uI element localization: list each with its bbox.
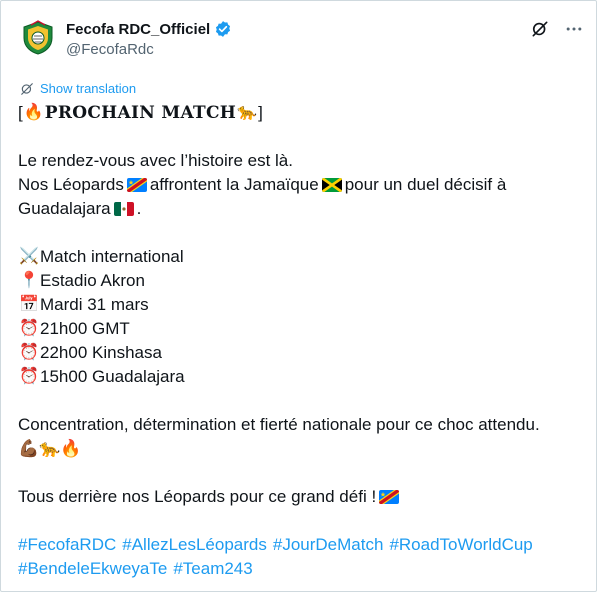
crossed-swords-icon: ⚔️	[19, 248, 39, 265]
more-icon[interactable]	[564, 19, 584, 39]
hashtags-line: #BendeleEkweyaTe #Team243	[18, 557, 580, 581]
hashtag-link[interactable]: #RoadToWorldCup	[389, 533, 532, 557]
fecofa-crest-logo	[23, 20, 53, 55]
jamaica-flag-icon	[321, 178, 342, 192]
hashtag-link[interactable]: #AllezLesLéopards	[122, 533, 267, 557]
title-bracket-close: ]	[258, 103, 263, 122]
closing-emojis-icon: 💪🏾🐆🔥	[18, 439, 82, 458]
post-line: 💪🏾🐆🔥	[18, 437, 580, 461]
avatar[interactable]	[18, 18, 58, 58]
show-translation-label: Show translation	[40, 81, 137, 96]
leopard-icon: 🐆	[237, 104, 258, 121]
detail-row: 📅 Mardi 31 mars	[18, 293, 580, 317]
detail-row: ⏰ 22h00 Kinshasa	[18, 341, 580, 365]
detail-text: 21h00 GMT	[40, 319, 130, 338]
show-translation-link[interactable]: Show translation	[20, 81, 136, 96]
post-header: Fecofa RDC_Officiel @FecofaRdc	[18, 18, 584, 64]
post-line-text: pour un duel décisif à	[344, 175, 507, 194]
mexico-flag-icon	[113, 202, 134, 216]
detail-text: 15h00 Guadalajara	[40, 367, 185, 386]
verified-badge-icon	[214, 20, 232, 38]
grok-icon[interactable]	[530, 19, 550, 39]
hashtags-line: #FecofaRDC #AllezLesLéopards #JourDeMatc…	[18, 533, 580, 557]
author-identity: Fecofa RDC_Officiel @FecofaRdc	[66, 18, 232, 60]
post-title-line: [ 🔥 PROCHAIN MATCH 🐆 ]	[18, 101, 580, 125]
detail-row: 📍 Estadio Akron	[18, 269, 580, 293]
detail-text: Mardi 31 mars	[40, 295, 149, 314]
detail-row: ⚔️ Match international	[18, 245, 580, 269]
final-line-text: Tous derrière nos Léopards pour ce grand…	[18, 487, 377, 506]
detail-text: Match international	[40, 247, 184, 266]
header-actions	[530, 18, 584, 40]
post-title: PROCHAIN MATCH	[44, 103, 237, 123]
post-line: Tous derrière nos Léopards pour ce grand…	[18, 485, 580, 509]
hashtag-link[interactable]: #JourDeMatch	[273, 533, 384, 557]
detail-text: 22h00 Kinshasa	[40, 343, 162, 362]
post-line-text: Guadalajara	[18, 199, 111, 218]
alarm-clock-icon: ⏰	[19, 320, 39, 337]
post-line-text: Le rendez-vous avec l’histoire est là.	[18, 151, 293, 170]
post-card: Fecofa RDC_Officiel @FecofaRdc Show tran…	[0, 0, 597, 592]
display-name[interactable]: Fecofa RDC_Officiel	[66, 21, 210, 38]
detail-row: ⏰ 15h00 Guadalajara	[18, 365, 580, 389]
post-line: Guadalajara .	[18, 197, 580, 221]
detail-text: Estadio Akron	[40, 271, 145, 290]
calendar-icon: 📅	[19, 296, 39, 313]
hashtag-link[interactable]: #BendeleEkweyaTe	[18, 557, 167, 581]
alarm-clock-icon: ⏰	[19, 368, 39, 385]
drc-flag-icon	[379, 490, 400, 504]
drc-flag-icon	[126, 178, 147, 192]
translate-icon	[20, 82, 34, 96]
hashtag-link[interactable]: #FecofaRDC	[18, 533, 116, 557]
closing-text: Concentration, détermination et fierté n…	[18, 415, 540, 434]
post-line-text: .	[136, 199, 142, 218]
fire-icon: 🔥	[23, 104, 44, 121]
post-line-text: affrontent la Jamaïque	[149, 175, 319, 194]
post-line: Nos Léopards affrontent la Jamaïque pour…	[18, 173, 580, 197]
handle[interactable]: @FecofaRdc	[66, 40, 232, 60]
hashtag-link[interactable]: #Team243	[173, 557, 252, 581]
detail-row: ⏰ 21h00 GMT	[18, 317, 580, 341]
post-line: Le rendez-vous avec l’histoire est là.	[18, 149, 580, 173]
post-line: Concentration, détermination et fierté n…	[18, 413, 580, 437]
post-line-text: Nos Léopards	[18, 175, 124, 194]
alarm-clock-icon: ⏰	[19, 344, 39, 361]
post-text: [ 🔥 PROCHAIN MATCH 🐆 ] Le rendez-vous av…	[18, 101, 580, 581]
pin-icon: 📍	[19, 272, 39, 289]
